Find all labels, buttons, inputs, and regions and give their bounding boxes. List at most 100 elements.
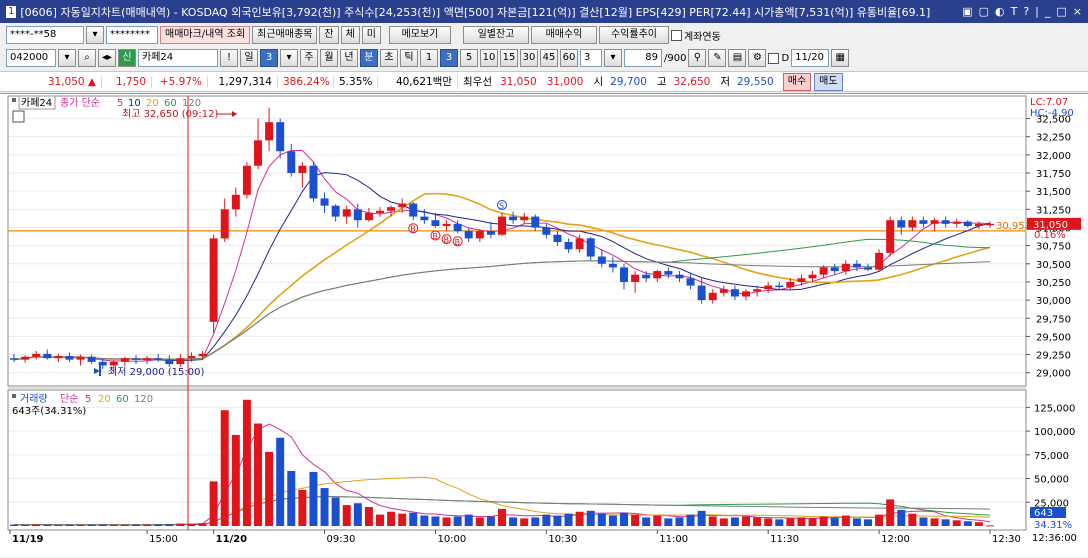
time-tick-label: 10:30	[548, 534, 577, 545]
interval-1-button[interactable]: 1	[420, 49, 438, 67]
chart-area[interactable]: BBBBS 32,500 32,250 32,000 31,750 31,500 31,2…	[0, 93, 1088, 557]
volume-bar	[930, 518, 939, 526]
filled-tab[interactable]: 체	[340, 26, 360, 44]
interval-5-button[interactable]: 5	[460, 49, 478, 67]
font-icon[interactable]: T	[1011, 5, 1018, 18]
price-tick-label: 30,750	[1036, 242, 1071, 253]
close-icon[interactable]: ×	[1073, 5, 1082, 18]
profit-trend-button[interactable]: 수익률추이	[598, 26, 669, 44]
volume-ma-title: 단순	[60, 393, 78, 405]
settings-gear-icon[interactable]: ⚙	[748, 49, 767, 67]
account-select[interactable]: ****-**58	[6, 26, 84, 44]
volume-tick-label: 75,000	[1034, 451, 1069, 462]
indicator-icon[interactable]: ⚲	[688, 49, 707, 67]
buy-button[interactable]: 매수	[782, 72, 812, 91]
time-tick-label: 11:00	[659, 534, 688, 545]
calendar-icon[interactable]: ▦	[831, 49, 850, 67]
stock-code-input[interactable]: 042000	[6, 49, 56, 67]
volume-bar	[542, 514, 551, 526]
interval-45-button[interactable]: 45	[540, 49, 558, 67]
candle-body	[908, 220, 917, 228]
interval-30-button[interactable]: 30	[520, 49, 538, 67]
separator: |	[1035, 5, 1039, 18]
unfilled-tab[interactable]: 미	[361, 26, 381, 44]
volume-bar	[65, 524, 74, 526]
candle-body	[176, 358, 185, 365]
alert-button[interactable]: !	[220, 49, 238, 67]
ma-lines	[13, 150, 991, 362]
period-tick-button[interactable]: 틱	[400, 49, 418, 67]
period-week-button[interactable]: 주	[300, 49, 318, 67]
candle-body	[54, 356, 63, 359]
candle-body	[941, 220, 950, 224]
interval-value-field[interactable]: 3	[580, 49, 602, 67]
count-field[interactable]: 89	[624, 49, 662, 67]
save-icon[interactable]: ▤	[728, 49, 747, 67]
minimize-icon[interactable]: _	[1045, 5, 1051, 18]
period-year-button[interactable]: 년	[340, 49, 358, 67]
chart-svg[interactable]: BB B BS 32,50032,25032,00031,75031,50031,2…	[0, 94, 1088, 558]
volume-bar	[775, 519, 784, 526]
prev-next-icon[interactable]: ◂▸	[98, 49, 116, 67]
candle-body	[586, 238, 595, 257]
interval-10-button[interactable]: 10	[480, 49, 498, 67]
sell-button[interactable]: 매도	[814, 72, 843, 91]
volume-bar	[486, 516, 495, 526]
date-field[interactable]: 11/20	[791, 49, 830, 67]
volume-bar	[54, 524, 63, 526]
date-checkbox[interactable]	[768, 52, 780, 64]
stock-name-field: 카페24	[138, 49, 218, 67]
volume-bar	[32, 524, 41, 526]
interval-dropdown-icon[interactable]: ▾	[604, 49, 622, 67]
interval-3-button[interactable]: 3	[440, 49, 458, 67]
interval-60-button[interactable]: 60	[560, 49, 578, 67]
maximize-icon[interactable]: □	[1056, 5, 1066, 18]
ma120-label: 120	[182, 98, 201, 109]
volume-bar	[420, 515, 429, 526]
period-month-button[interactable]: 월	[320, 49, 338, 67]
draw-tools-icon[interactable]: ✎	[708, 49, 727, 67]
balance-tab[interactable]: 잔	[319, 26, 339, 44]
day-count-button[interactable]: 3	[260, 49, 278, 67]
volume-bar	[819, 516, 828, 526]
account-link-checkbox[interactable]	[670, 29, 682, 41]
period-second-button[interactable]: 초	[380, 49, 398, 67]
memo-button[interactable]: 메모보기	[388, 26, 451, 44]
layout-icon[interactable]: ▣	[962, 5, 972, 18]
sin-badge: 신	[118, 49, 136, 67]
candle-body	[398, 203, 407, 208]
account-link-label: 계좌연동	[683, 31, 721, 43]
price-tick-label: 31,500	[1036, 187, 1071, 198]
window-controls: ▣ ▢ ◐ T ? | _ □ ×	[962, 5, 1088, 18]
trade-profit-button[interactable]: 매매수익	[530, 26, 597, 44]
candle-body	[542, 227, 551, 235]
title-bar: 1 [0606] 자동일지차트(매매내역) - KOSDAQ 외국인보유[3,7…	[0, 0, 1088, 23]
daily-balance-button[interactable]: 일별잔고	[462, 26, 529, 44]
help-icon[interactable]: ?	[1023, 5, 1029, 18]
vol-ma120-label: 120	[134, 394, 153, 405]
price-legend-stock: 카페24	[21, 97, 52, 109]
code-dropdown-icon[interactable]: ▾	[58, 49, 76, 67]
candle-body	[930, 220, 939, 224]
restore-icon[interactable]: ▢	[979, 5, 989, 18]
volume-bar	[309, 471, 318, 526]
interval-15-button[interactable]: 15	[500, 49, 518, 67]
mark-query-button[interactable]: 매매마크/내역 조회	[160, 26, 251, 44]
search-icon[interactable]: ⌕	[78, 49, 96, 67]
vol-ma5-label: 5	[85, 394, 91, 405]
period-day-button[interactable]: 일	[240, 49, 258, 67]
price-tick-label: 29,000	[1036, 369, 1071, 380]
day-count-dropdown-icon[interactable]: ▾	[280, 49, 298, 67]
candle-body	[309, 165, 318, 199]
theme-icon[interactable]: ◐	[995, 5, 1005, 18]
candle-body	[32, 353, 41, 357]
candle-body	[331, 205, 340, 217]
account-dropdown-icon[interactable]: ▾	[86, 26, 104, 44]
volume-bar	[220, 410, 229, 526]
recent-stocks-button[interactable]: 최근매매종목	[252, 26, 318, 44]
period-minute-button[interactable]: 분	[360, 49, 378, 67]
volume-bar	[187, 523, 196, 526]
grid-toggle-icon[interactable]	[12, 110, 25, 123]
password-field[interactable]: ********	[106, 26, 158, 44]
candle-body	[387, 207, 396, 211]
